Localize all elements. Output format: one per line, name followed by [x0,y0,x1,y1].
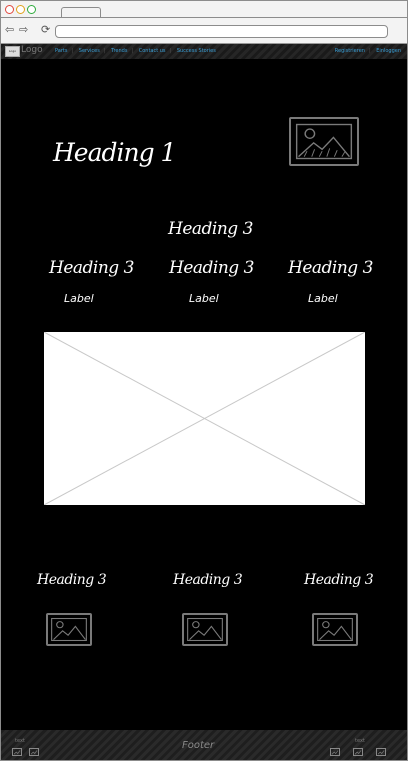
tab-divider [1,17,407,18]
nav-separator: | [103,48,106,54]
nav-separator: | [71,48,74,54]
nav-links: Parts | Services | Trends | Contact us | Suc… [55,48,220,54]
column-label: Label [189,292,219,305]
footer-image-icon[interactable] [12,748,22,756]
nav-right-links: Registrieren | Einloggen [331,48,401,54]
nav-link-success-stories[interactable]: Success Stories [177,48,216,54]
back-arrow-icon[interactable]: ⇦ [5,24,14,35]
hero-heading: Heading 1 [53,138,176,167]
section-heading: Heading 3 [168,219,253,239]
gallery-heading: Heading 3 [173,572,243,588]
browser-window: ⇦ ⇨ ⟳ Logo Logo Parts | Services | Trends |… [0,0,408,761]
footer-image-icon[interactable] [376,748,386,756]
gallery-heading: Heading 3 [304,572,374,588]
footer-image-icon[interactable] [353,748,363,756]
image-icon [312,613,358,646]
column-heading: Heading 3 [49,258,134,278]
footer-left-text: text [15,738,25,744]
nav-separator: | [169,48,172,54]
footer-title: Footer [182,740,215,751]
nav-link-trends[interactable]: Trends [111,48,127,54]
column-heading: Heading 3 [169,258,254,278]
nav-separator: | [368,48,371,54]
maximize-window-dot[interactable] [27,5,36,14]
image-placeholder [44,332,365,505]
column-label: Label [64,292,94,305]
logo-text[interactable]: Logo [21,45,43,55]
site-navbar: Logo Logo Parts | Services | Trends | Conta… [1,44,407,59]
logo-box[interactable]: Logo [5,46,20,57]
site-footer: text Footer text [1,730,407,760]
nav-link-contact[interactable]: Contact us [139,48,166,54]
image-icon [182,613,228,646]
nav-link-parts[interactable]: Parts [55,48,67,54]
close-window-dot[interactable] [5,5,14,14]
image-icon [46,613,92,646]
footer-image-icon[interactable] [330,748,340,756]
nav-separator: | [131,48,134,54]
column-heading: Heading 3 [288,258,373,278]
column-label: Label [308,292,338,305]
forward-arrow-icon[interactable]: ⇨ [19,24,28,35]
browser-chrome: ⇦ ⇨ ⟳ [1,1,407,44]
nav-link-login[interactable]: Einloggen [376,48,401,54]
gallery-heading: Heading 3 [37,572,107,588]
nav-link-services[interactable]: Services [79,48,100,54]
image-icon [289,117,359,166]
address-bar[interactable] [55,25,388,38]
footer-right-text: text [355,738,365,744]
nav-link-register[interactable]: Registrieren [335,48,365,54]
reload-icon[interactable]: ⟳ [41,24,50,35]
minimize-window-dot[interactable] [16,5,25,14]
footer-image-icon[interactable] [29,748,39,756]
